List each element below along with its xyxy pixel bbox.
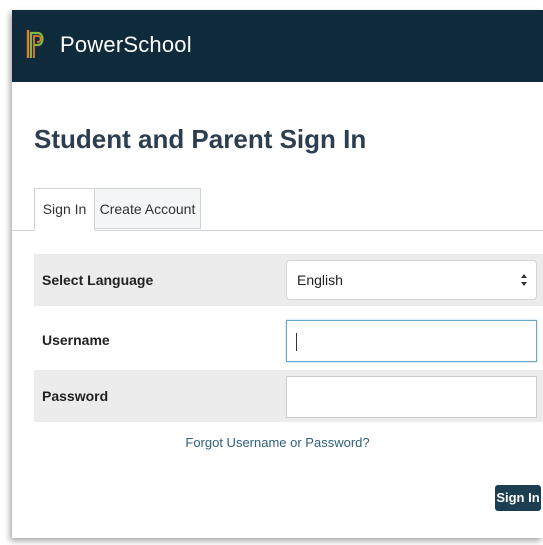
username-row: Username xyxy=(34,314,543,366)
brand-name[interactable]: PowerSchool xyxy=(60,32,192,58)
tab-create-account[interactable]: Create Account xyxy=(95,188,201,229)
powerschool-logo-icon[interactable] xyxy=(26,28,48,60)
username-input[interactable] xyxy=(286,320,537,362)
sign-in-button[interactable]: Sign In xyxy=(495,485,541,511)
app-frame: PowerSchool Student and Parent Sign In S… xyxy=(12,10,543,538)
text-cursor xyxy=(296,333,297,351)
page-title: Student and Parent Sign In xyxy=(34,124,367,154)
username-label: Username xyxy=(42,332,110,348)
language-select[interactable]: English xyxy=(286,260,537,300)
language-row: Select Language English xyxy=(34,254,543,306)
forgot-credentials-link[interactable]: Forgot Username or Password? xyxy=(12,435,543,450)
select-updown-icon xyxy=(521,274,527,286)
language-label: Select Language xyxy=(42,272,154,288)
password-label: Password xyxy=(42,388,109,404)
password-input[interactable] xyxy=(286,376,537,418)
page: PowerSchool Student and Parent Sign In S… xyxy=(0,0,543,545)
tab-sign-in[interactable]: Sign In xyxy=(34,188,95,231)
tab-bar: Sign In Create Account xyxy=(12,188,543,231)
top-bar: PowerSchool xyxy=(12,10,543,82)
language-select-value: English xyxy=(297,272,343,288)
password-row: Password xyxy=(34,370,543,422)
